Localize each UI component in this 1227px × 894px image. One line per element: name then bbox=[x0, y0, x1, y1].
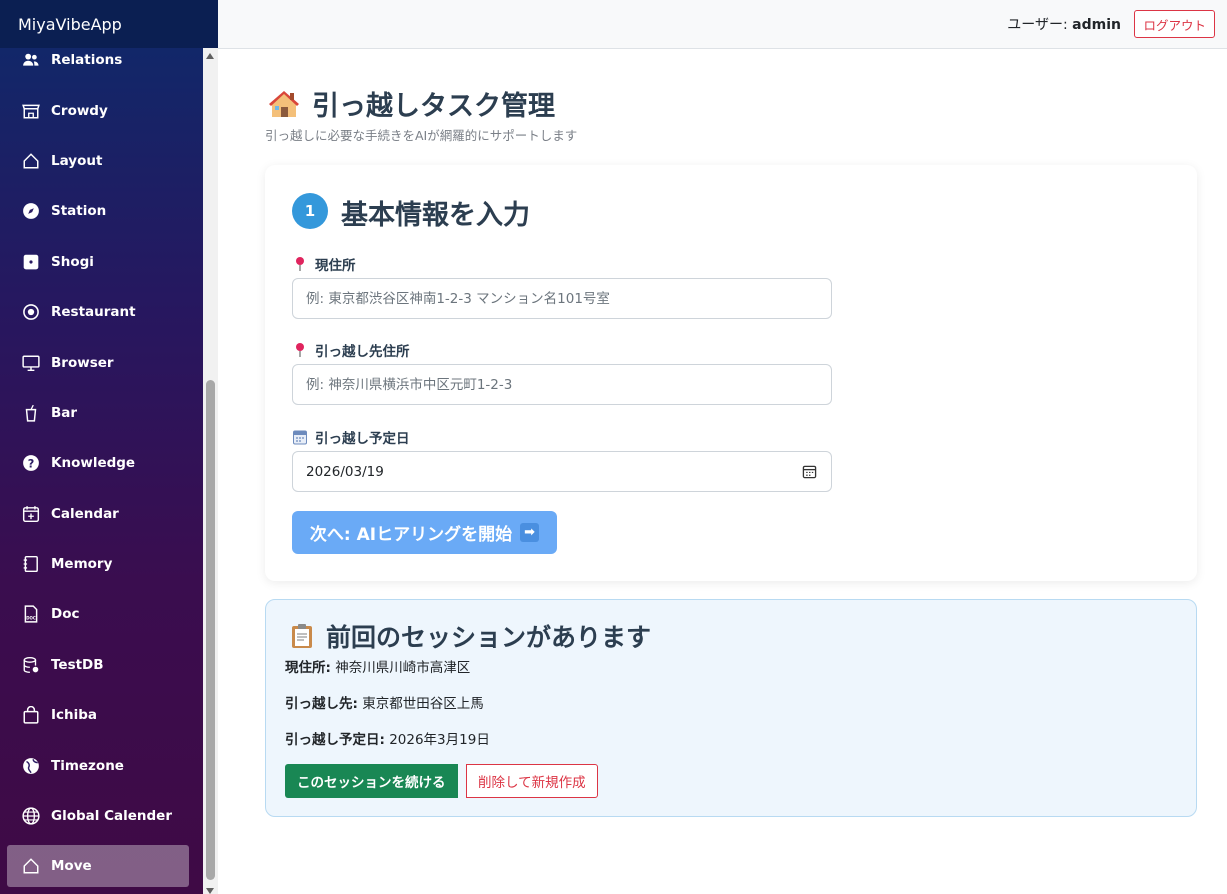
sidebar-item-crowdy[interactable]: Crowdy bbox=[0, 85, 203, 135]
sidebar: Relations Crowdy Layout Station Shogi Re… bbox=[0, 0, 218, 894]
sidebar-item-label: Relations bbox=[51, 52, 123, 69]
cup-icon bbox=[22, 404, 40, 422]
bag-icon bbox=[22, 706, 40, 724]
sidebar-item-label: Crowdy bbox=[51, 102, 108, 119]
journal-icon bbox=[22, 555, 40, 573]
sidebar-item-label: Move bbox=[51, 858, 92, 875]
page-title: 引っ越しタスク管理 bbox=[268, 84, 555, 123]
sidebar-item-ichiba[interactable]: Ichiba bbox=[0, 690, 203, 740]
compass-icon bbox=[22, 202, 40, 220]
globe-icon bbox=[22, 807, 40, 825]
sidebar-item-knowledge[interactable]: ? Knowledge bbox=[0, 438, 203, 488]
pushpin-icon bbox=[296, 257, 304, 271]
next-ai-hearing-button[interactable]: 次へ: AIヒアリングを開始 ➡ bbox=[292, 511, 557, 554]
sidebar-item-label: Browser bbox=[51, 354, 114, 371]
sidebar-item-calendar[interactable]: Calendar bbox=[0, 489, 203, 539]
step-number-badge: 1 bbox=[292, 193, 328, 229]
page-subtitle: 引っ越しに必要な手続きをAIが網羅的にサポートします bbox=[265, 128, 578, 143]
current-address-input[interactable] bbox=[292, 278, 832, 319]
house-emoji-icon bbox=[269, 90, 299, 117]
move-date-input[interactable]: 2026/03/19 bbox=[292, 451, 832, 492]
sidebar-item-label: Doc bbox=[51, 606, 80, 623]
session-current-address: 現住所: 神奈川県川崎市高津区 bbox=[285, 660, 471, 676]
sidebar-item-global-calender[interactable]: Global Calender bbox=[0, 791, 203, 841]
svg-text:?: ? bbox=[28, 458, 35, 471]
app-brand[interactable]: MiyaVibeApp bbox=[0, 0, 218, 48]
continue-session-button[interactable]: このセッションを続ける bbox=[285, 764, 458, 798]
sidebar-item-memory[interactable]: Memory bbox=[0, 539, 203, 589]
new-address-label: 引っ越し先住所 bbox=[293, 340, 410, 360]
house-outline-icon bbox=[22, 857, 40, 875]
sidebar-item-browser[interactable]: Browser bbox=[0, 337, 203, 387]
question-circle-icon: ? bbox=[22, 454, 40, 472]
shop-icon bbox=[22, 102, 40, 120]
sidebar-item-doc[interactable]: DOC Doc bbox=[0, 589, 203, 639]
next-button-label: 次へ: AIヒアリングを開始 bbox=[309, 525, 513, 545]
globe-americas-icon bbox=[22, 757, 40, 775]
gear-circle-icon bbox=[22, 303, 40, 321]
page-title-text: 引っ越しタスク管理 bbox=[312, 91, 555, 122]
session-title: 前回のセッションがあります bbox=[290, 618, 651, 654]
sidebar-item-label: Knowledge bbox=[51, 455, 136, 472]
sidebar-item-label: Calendar bbox=[51, 505, 119, 522]
sidebar-item-bar[interactable]: Bar bbox=[0, 388, 203, 438]
sidebar-item-label: Shogi bbox=[51, 253, 94, 270]
sidebar-item-label: Bar bbox=[51, 404, 78, 421]
svg-text:DOC: DOC bbox=[26, 616, 36, 621]
people-icon bbox=[22, 51, 40, 69]
sidebar-item-layout[interactable]: Layout bbox=[0, 136, 203, 186]
doc-file-icon: DOC bbox=[22, 605, 40, 624]
sidebar-item-label: Timezone bbox=[51, 757, 124, 774]
user-name: admin bbox=[1072, 17, 1121, 33]
pushpin-icon bbox=[296, 343, 304, 357]
scroll-up-arrow-icon[interactable] bbox=[206, 53, 214, 59]
sidebar-item-restaurant[interactable]: Restaurant bbox=[0, 287, 203, 337]
sidebar-item-testdb[interactable]: TestDB bbox=[0, 640, 203, 690]
basic-info-card: 1 基本情報を入力 現住所 引っ越し先住所 引っ越し予定日 2026/03/19… bbox=[265, 165, 1197, 581]
calendar-emoji-icon bbox=[293, 430, 307, 445]
scroll-down-arrow-icon[interactable] bbox=[206, 888, 214, 894]
sidebar-item-label: TestDB bbox=[51, 656, 104, 673]
sidebar-item-label: Memory bbox=[51, 556, 113, 573]
sidebar-item-label: Global Calender bbox=[51, 808, 172, 825]
top-header: ユーザー: admin ログアウト bbox=[218, 0, 1227, 49]
new-address-input[interactable] bbox=[292, 364, 832, 405]
square-dot-icon bbox=[22, 253, 40, 271]
session-destination: 引っ越し先: 東京都世田谷区上馬 bbox=[285, 696, 484, 712]
move-date-value: 2026/03/19 bbox=[306, 463, 384, 480]
session-move-date: 引っ越し予定日: 2026年3月19日 bbox=[285, 732, 490, 748]
move-date-label: 引っ越し予定日 bbox=[293, 427, 410, 447]
sidebar-item-label: Restaurant bbox=[51, 304, 136, 321]
current-address-label: 現住所 bbox=[293, 254, 356, 274]
step-title: 基本情報を入力 bbox=[341, 200, 530, 231]
calendar-plus-icon bbox=[22, 505, 40, 523]
sidebar-item-label: Layout bbox=[51, 152, 103, 169]
calendar-picker-icon[interactable] bbox=[802, 464, 817, 479]
house-outline-icon bbox=[22, 152, 40, 170]
clipboard-icon bbox=[292, 624, 312, 648]
logout-button[interactable]: ログアウト bbox=[1134, 10, 1215, 38]
delete-and-new-button[interactable]: 削除して新規作成 bbox=[466, 764, 598, 798]
sidebar-item-move[interactable]: Move bbox=[7, 845, 189, 888]
user-info: ユーザー: admin bbox=[1007, 14, 1121, 34]
sidebar-item-label: Ichiba bbox=[51, 707, 98, 724]
sidebar-item-label: Station bbox=[51, 203, 107, 220]
database-icon bbox=[22, 656, 40, 674]
user-prefix: ユーザー: bbox=[1007, 17, 1073, 33]
sidebar-nav: Relations Crowdy Layout Station Shogi Re… bbox=[0, 35, 203, 888]
previous-session-card: 前回のセッションがあります 現住所: 神奈川県川崎市高津区 引っ越し先: 東京都… bbox=[265, 599, 1197, 817]
sidebar-item-shogi[interactable]: Shogi bbox=[0, 237, 203, 287]
sidebar-item-timezone[interactable]: Timezone bbox=[0, 740, 203, 790]
sidebar-item-station[interactable]: Station bbox=[0, 186, 203, 236]
sidebar-scrollbar-thumb[interactable] bbox=[206, 380, 215, 880]
monitor-icon bbox=[22, 354, 40, 372]
right-arrow-icon: ➡ bbox=[520, 523, 540, 542]
